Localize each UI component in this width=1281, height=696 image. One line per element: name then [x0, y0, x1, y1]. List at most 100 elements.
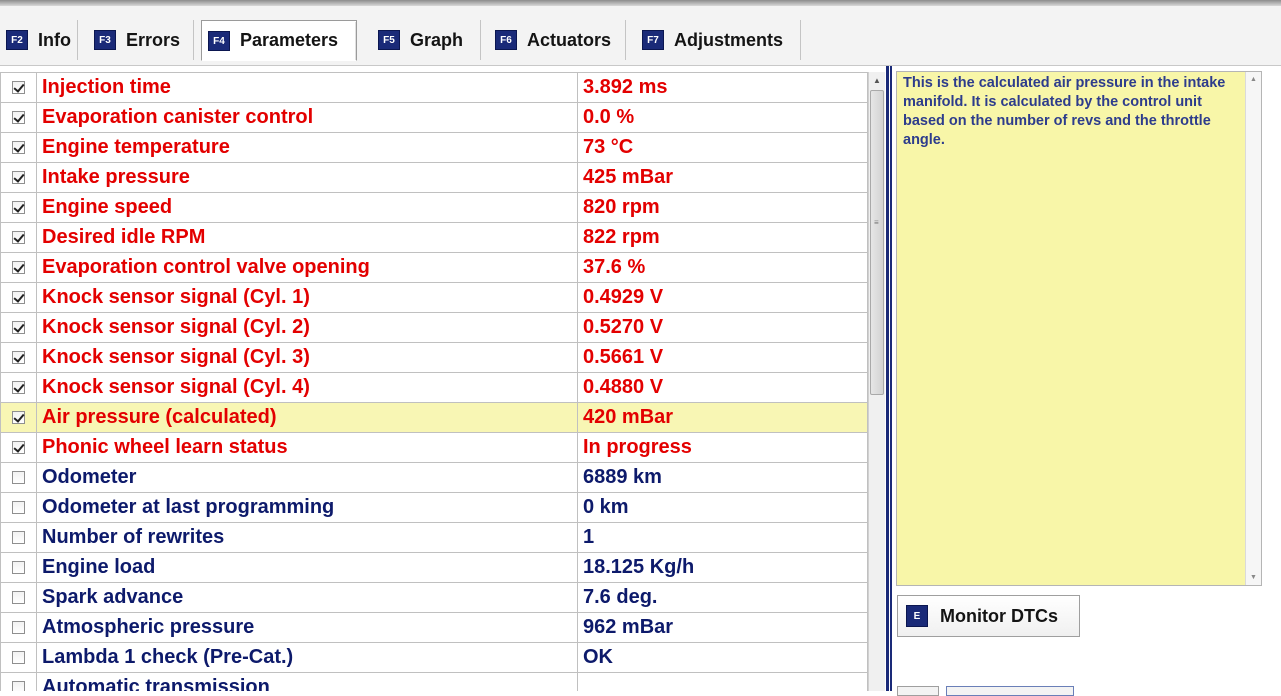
parameter-value: 962 mBar [577, 612, 868, 643]
table-row[interactable]: Knock sensor signal (Cyl. 3) 0.5661 V [0, 342, 868, 373]
row-checkbox-cell [0, 252, 37, 283]
table-row[interactable]: Injection time 3.892 ms [0, 72, 868, 103]
row-checkbox-cell [0, 102, 37, 133]
scroll-down-arrow-icon[interactable]: ▼ [1246, 574, 1261, 581]
parameter-name: Atmospheric pressure [36, 612, 578, 643]
parameter-name: Knock sensor signal (Cyl. 1) [36, 282, 578, 313]
tab-adjustments-label: Adjustments [674, 29, 784, 50]
row-checkbox[interactable] [12, 501, 25, 515]
table-row[interactable]: Knock sensor signal (Cyl. 2) 0.5270 V [0, 312, 868, 343]
monitor-dtcs-button[interactable]: E Monitor DTCs [897, 595, 1080, 637]
f5-key-badge: F5 [378, 30, 400, 50]
row-checkbox[interactable] [12, 621, 25, 635]
grip-icon: ≡ [874, 218, 879, 227]
table-row[interactable]: Evaporation control valve opening 37.6 % [0, 252, 868, 283]
parameters-table: Injection time 3.892 ms Evaporation canist… [0, 72, 868, 691]
row-checkbox[interactable] [12, 111, 25, 125]
row-checkbox[interactable] [12, 261, 25, 275]
parameter-value: 6889 km [577, 462, 868, 493]
row-checkbox[interactable] [12, 411, 25, 425]
table-row[interactable]: Number of rewrites 1 [0, 522, 868, 553]
table-row[interactable]: Odometer 6889 km [0, 462, 868, 493]
row-checkbox[interactable] [12, 141, 25, 155]
pane-splitter[interactable] [886, 66, 892, 691]
tab-parameters[interactable]: F4 Parameters [201, 20, 357, 61]
row-checkbox[interactable] [12, 471, 25, 485]
parameter-name: Evaporation control valve opening [36, 252, 578, 283]
table-row[interactable]: Lambda 1 check (Pre-Cat.) OK [0, 642, 868, 673]
row-checkbox[interactable] [12, 651, 25, 665]
description-text: This is the calculated air pressure in t… [903, 75, 1226, 148]
description-scrollbar[interactable]: ▲ ▼ [1245, 72, 1261, 585]
row-checkbox-cell [0, 312, 37, 343]
scroll-thumb[interactable]: ≡ [870, 90, 884, 395]
row-checkbox-cell [0, 462, 37, 493]
table-row[interactable]: Automatic transmission [0, 672, 868, 691]
table-row[interactable]: Odometer at last programming 0 km [0, 492, 868, 523]
row-checkbox[interactable] [12, 561, 25, 575]
table-row[interactable]: Evaporation canister control 0.0 % [0, 102, 868, 133]
row-checkbox[interactable] [12, 231, 25, 245]
table-row[interactable]: Engine temperature 73 °C [0, 132, 868, 163]
scroll-up-arrow-icon[interactable]: ▲ [869, 72, 885, 89]
scroll-up-arrow-icon[interactable]: ▲ [1246, 76, 1261, 83]
row-checkbox[interactable] [12, 351, 25, 365]
parameter-name: Knock sensor signal (Cyl. 2) [36, 312, 578, 343]
table-row[interactable]: Intake pressure 425 mBar [0, 162, 868, 193]
tab-parameters-label: Parameters [240, 30, 339, 50]
table-row[interactable]: Knock sensor signal (Cyl. 1) 0.4929 V [0, 282, 868, 313]
table-row[interactable]: Desired idle RPM 822 rpm [0, 222, 868, 253]
parameter-value: In progress [577, 432, 868, 463]
parameter-name: Engine speed [36, 192, 578, 223]
row-checkbox[interactable] [12, 441, 25, 455]
row-checkbox[interactable] [12, 321, 25, 335]
parameter-name: Engine load [36, 552, 578, 583]
table-row[interactable]: Spark advance 7.6 deg. [0, 582, 868, 613]
parameter-name: Odometer at last programming [36, 492, 578, 523]
table-row[interactable]: Engine speed 820 rpm [0, 192, 868, 223]
row-checkbox-cell [0, 132, 37, 163]
tab-graph[interactable]: F5 Graph [372, 20, 481, 60]
tab-actuators[interactable]: F6 Actuators [489, 20, 626, 60]
partial-button[interactable] [946, 686, 1074, 696]
parameter-name: Knock sensor signal (Cyl. 3) [36, 342, 578, 373]
table-row[interactable]: Air pressure (calculated) 420 mBar [0, 402, 868, 433]
row-checkbox[interactable] [12, 381, 25, 395]
parameter-value: 73 °C [577, 132, 868, 163]
parameter-value [577, 672, 868, 691]
parameter-name: Number of rewrites [36, 522, 578, 553]
tab-adjustments[interactable]: F7 Adjustments [636, 20, 801, 60]
row-checkbox-cell [0, 192, 37, 223]
row-checkbox[interactable] [12, 681, 25, 691]
f4-key-badge: F4 [208, 30, 230, 51]
row-checkbox[interactable] [12, 171, 25, 185]
parameter-name: Phonic wheel learn status [36, 432, 578, 463]
tab-errors[interactable]: F3 Errors [88, 20, 194, 60]
e-key-badge: E [906, 605, 928, 627]
tab-info[interactable]: F2 Info [0, 20, 78, 60]
table-row[interactable]: Engine load 18.125 Kg/h [0, 552, 868, 583]
table-row[interactable]: Phonic wheel learn status In progress [0, 432, 868, 463]
parameter-value: 0 km [577, 492, 868, 523]
parameter-value: 420 mBar [577, 402, 868, 433]
row-checkbox-cell [0, 612, 37, 643]
grid-scrollbar[interactable]: ▲ ≡ [868, 72, 885, 691]
row-checkbox-cell [0, 522, 37, 553]
row-checkbox[interactable] [12, 291, 25, 305]
parameter-name: Intake pressure [36, 162, 578, 193]
f3-key-badge: F3 [94, 30, 116, 50]
parameters-grid: Injection time 3.892 ms Evaporation canist… [0, 72, 886, 691]
row-checkbox[interactable] [12, 531, 25, 545]
row-checkbox[interactable] [12, 201, 25, 215]
row-checkbox[interactable] [12, 81, 25, 95]
table-row[interactable]: Knock sensor signal (Cyl. 4) 0.4880 V [0, 372, 868, 403]
parameter-name: Lambda 1 check (Pre-Cat.) [36, 642, 578, 673]
row-checkbox[interactable] [12, 591, 25, 605]
partial-button[interactable] [897, 686, 939, 696]
parameter-value: 0.4929 V [577, 282, 868, 313]
monitor-dtcs-label: Monitor DTCs [940, 605, 1058, 626]
table-row[interactable]: Atmospheric pressure 962 mBar [0, 612, 868, 643]
parameter-value: 820 rpm [577, 192, 868, 223]
parameter-name: Engine temperature [36, 132, 578, 163]
row-checkbox-cell [0, 642, 37, 673]
